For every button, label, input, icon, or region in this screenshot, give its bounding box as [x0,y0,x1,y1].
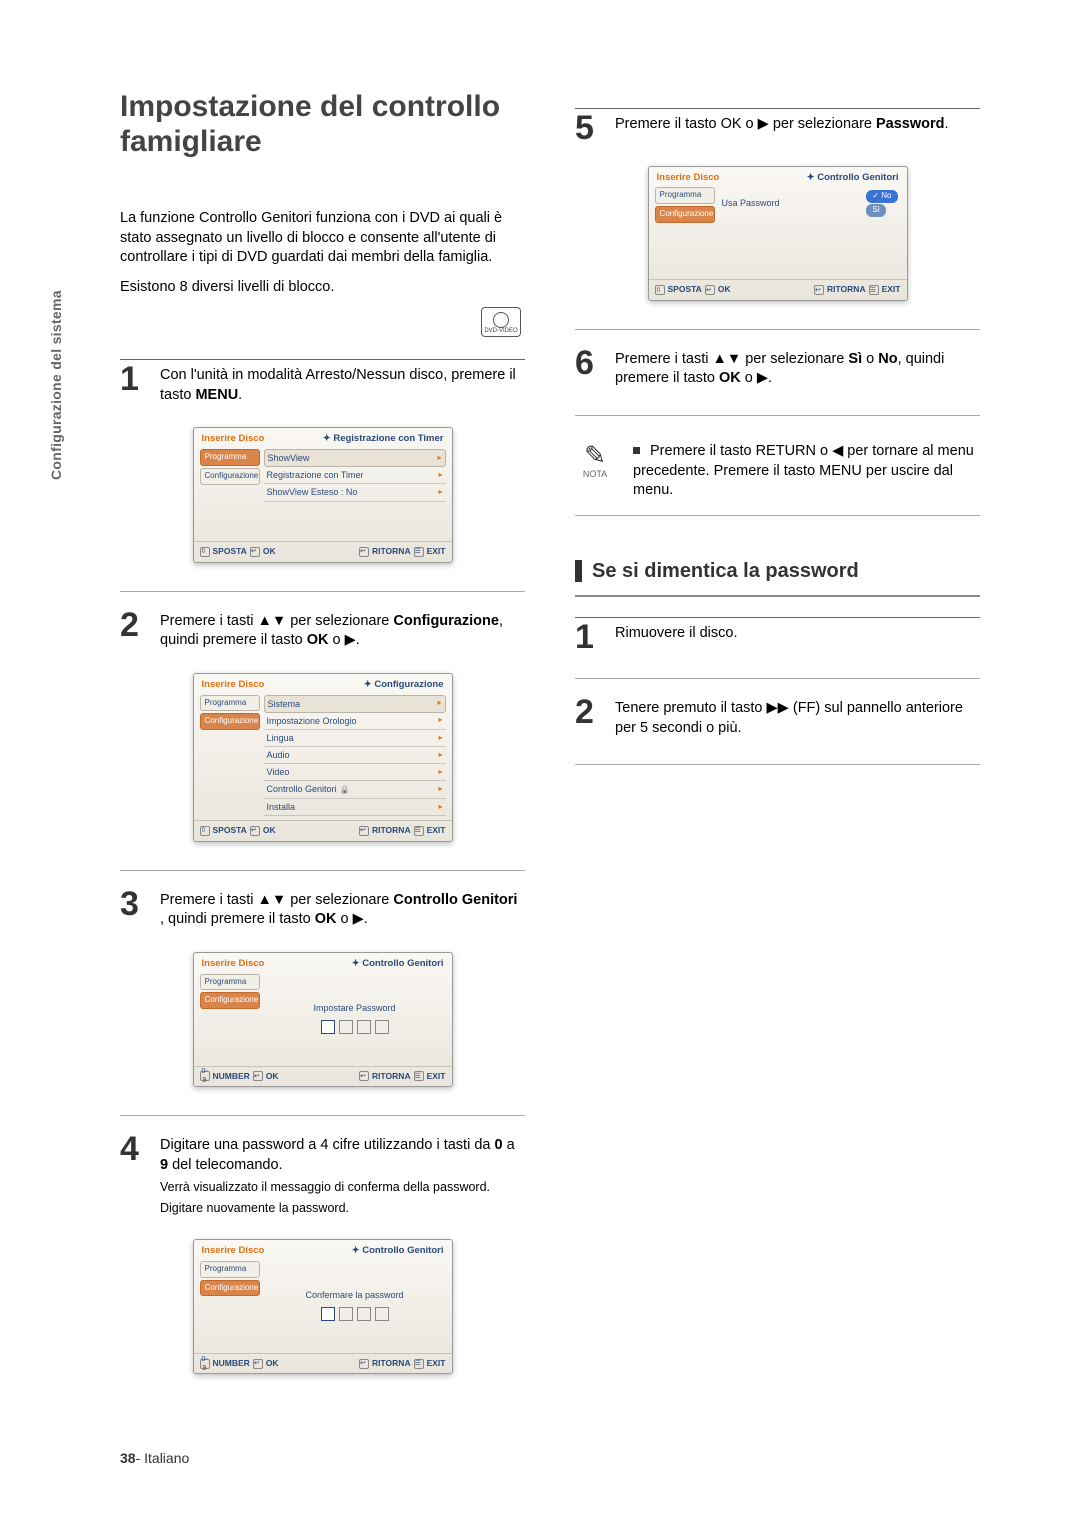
step-6: 6 Premere i tasti ▲▼ per selezionare Sì … [575,348,980,389]
divider [575,595,980,597]
step-number: 1 [120,364,146,405]
step-number: 2 [120,610,146,651]
step-text: Premere i tasti ▲▼ per selezionare Sì o … [615,348,980,389]
step-3: 3 Premere i tasti ▲▼ per selezionare Con… [120,889,525,930]
step-text: Rimuovere il disco. [615,622,980,653]
subsection-heading: Se si dimentica la password [575,558,980,585]
osd-tab-programma: Programma [200,974,260,991]
note-icon: ✎ NOTA [575,442,615,501]
step-text: Tenere premuto il tasto ▶▶ (FF) sul pann… [615,697,980,738]
step-number: 4 [120,1134,146,1217]
osd-screenshot-usa-password: Inserire Disco✦ Controllo Genitori Progr… [648,166,908,301]
step-number: 5 [575,113,601,144]
divider [575,515,980,516]
divider [575,678,980,679]
divider [120,870,525,871]
step-text: Premere i tasti ▲▼ per selezionare Confi… [160,610,525,651]
page-title: Impostazione del controllo famigliare [120,90,525,159]
side-tab: Configurazione del sistema [48,290,64,480]
intro-paragraph-2: Esistono 8 diversi livelli di blocco. [120,278,525,298]
step-text: Premere i tasti ▲▼ per selezionare Contr… [160,889,525,930]
divider [575,764,980,765]
dvd-video-logo-icon: DVD-VIDEO [481,307,521,337]
osd-screenshot-config: Inserire Disco✦ Configurazione Programma… [193,673,453,842]
divider [575,108,980,109]
step-text: Premere il tasto OK o ▶ per selezionare … [615,113,980,144]
osd-screenshot-password-set: Inserire Disco✦ Controllo Genitori Progr… [193,952,453,1087]
note-block: ✎ NOTA Premere il tasto RETURN o ◀ per t… [575,434,980,501]
note-text: Premere il tasto RETURN o ◀ per tornare … [633,442,980,501]
osd-tab-configurazione: Configurazione [200,992,260,1009]
right-column: 5 Premere il tasto OK o ▶ per selezionar… [575,90,980,1466]
divider [120,1115,525,1116]
divider [120,359,525,360]
osd-tab-configurazione: Configurazione [655,206,715,223]
divider [575,329,980,330]
osd-tab-configurazione: Configurazione [200,1280,260,1297]
osd-tab-programma: Programma [200,449,260,466]
osd-screenshot-password-confirm: Inserire Disco✦ Controllo Genitori Progr… [193,1239,453,1374]
osd-tab-configurazione: Configurazione [200,713,260,730]
osd-tab-programma: Programma [200,695,260,712]
osd-screenshot-timer: Inserire Disco✦ Registrazione con Timer … [193,427,453,562]
osd-tab-programma: Programma [200,1261,260,1278]
step-5: 5 Premere il tasto OK o ▶ per selezionar… [575,113,980,144]
forgot-step-1: 1 Rimuovere il disco. [575,622,980,653]
step-text: Con l'unità in modalità Arresto/Nessun d… [160,364,525,405]
intro-paragraph-1: La funzione Controllo Genitori funziona … [120,209,525,268]
step-number: 2 [575,697,601,738]
step-text: Digitare una password a 4 cifre utilizza… [160,1134,525,1217]
step-2: 2 Premere i tasti ▲▼ per selezionare Con… [120,610,525,651]
page-number: 38- Italiano [120,1450,189,1466]
osd-tab-programma: Programma [655,187,715,204]
forgot-step-2: 2 Tenere premuto il tasto ▶▶ (FF) sul pa… [575,697,980,738]
step-1: 1 Con l'unità in modalità Arresto/Nessun… [120,364,525,405]
step-4: 4 Digitare una password a 4 cifre utiliz… [120,1134,525,1217]
divider [575,617,980,618]
osd-tab-configurazione: Configurazione [200,468,260,485]
step-number: 6 [575,348,601,389]
divider [120,591,525,592]
step-number: 1 [575,622,601,653]
divider [575,415,980,416]
left-column: Impostazione del controllo famigliare La… [120,90,525,1466]
step-number: 3 [120,889,146,930]
